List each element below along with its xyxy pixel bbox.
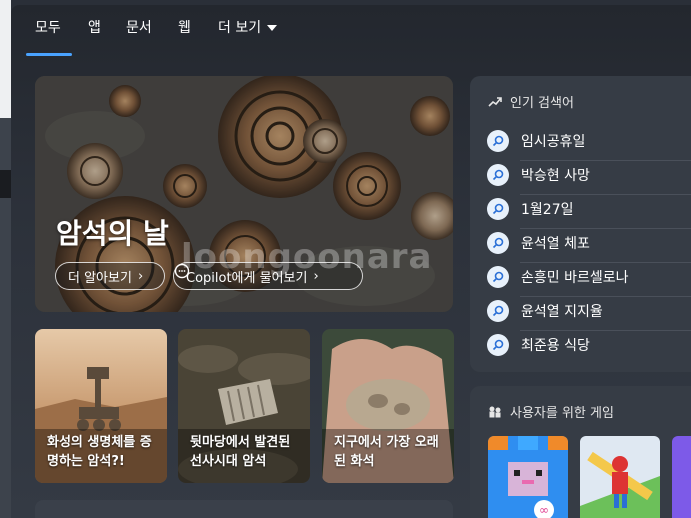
tab-documents[interactable]: 문서 (126, 17, 152, 37)
trending-item[interactable]: 윤석열 체포 (487, 226, 691, 260)
desktop-edge-light (0, 0, 11, 118)
hero-title: 암석의 날 (56, 217, 169, 250)
search-icon (487, 300, 509, 322)
trending-item[interactable]: 윤석열 지지율 (487, 294, 691, 328)
tab-more[interactable]: 더 보기 (218, 17, 278, 37)
trending-item-label: 윤석열 체포 (521, 236, 590, 252)
tab-more-label: 더 보기 (218, 20, 262, 36)
game-tile-third[interactable] (672, 436, 691, 518)
games-title: 사용자를 위한 게임 (510, 406, 614, 421)
card-mars-rock[interactable]: 화성의 생명체를 증명하는 암석?! (35, 329, 167, 483)
card-caption: 뒷마당에서 발견된 선사시대 암석 (190, 435, 291, 469)
trending-up-icon (488, 96, 502, 107)
search-icon (487, 232, 509, 254)
svg-text:∞: ∞ (539, 503, 549, 517)
game-pieces-icon (489, 406, 501, 417)
search-icon (487, 130, 509, 152)
game-tile-cat[interactable]: ∞ (488, 436, 568, 518)
trending-item-label: 박승현 사망 (521, 168, 590, 184)
trending-header: 인기 검색어 (488, 92, 574, 111)
chevron-down-icon (267, 25, 278, 31)
trending-item-label: 임시공휴일 (521, 134, 586, 150)
search-icon (487, 198, 509, 220)
trending-item[interactable]: 임시공휴일 (487, 124, 691, 158)
filter-tabs: 모두 앱 문서 웹 더 보기 (11, 5, 691, 57)
trending-item[interactable]: 1월27일 (487, 192, 691, 226)
runner-game-icon (580, 436, 660, 518)
trending-item[interactable]: 손흥민 바르셀로나 (487, 260, 691, 294)
tab-apps[interactable]: 앱 (88, 17, 101, 37)
games-panel: 사용자를 위한 게임 ∞ (470, 386, 691, 518)
trending-item-label: 윤석열 지지율 (521, 304, 603, 320)
tab-web[interactable]: 웹 (178, 17, 191, 37)
trending-item-label: 최준용 식당 (521, 338, 590, 354)
game-icon (672, 436, 691, 518)
active-tab-indicator (26, 53, 72, 56)
card-caption: 화성의 생명체를 증명하는 암석?! (47, 435, 152, 469)
card-backyard-rock[interactable]: 뒷마당에서 발견된 선사시대 암석 (178, 329, 310, 483)
learn-more-button[interactable]: 더 알아보기 › (55, 262, 165, 290)
tab-all[interactable]: 모두 (35, 17, 61, 37)
search-icon (487, 164, 509, 186)
trending-item[interactable]: 최준용 식당 (487, 328, 691, 362)
trending-item[interactable]: 박승현 사망 (487, 158, 691, 192)
game-tile-runner[interactable] (580, 436, 660, 518)
card-oldest-fossil[interactable]: 지구에서 가장 오래된 화석 (322, 329, 454, 483)
watermark-text: loongoonara (181, 237, 433, 277)
search-icon (487, 334, 509, 356)
desktop-edge (0, 0, 11, 518)
pixel-cat-game-icon: ∞ (488, 436, 568, 518)
games-header: 사용자를 위한 게임 (488, 402, 614, 421)
search-icon (487, 266, 509, 288)
trending-title: 인기 검색어 (510, 96, 574, 111)
next-section-placeholder (35, 500, 453, 518)
card-caption: 지구에서 가장 오래된 화석 (334, 435, 439, 469)
trending-item-label: 손흥민 바르셀로나 (521, 270, 629, 286)
desktop-edge-dark (0, 170, 11, 198)
trending-item-label: 1월27일 (521, 202, 574, 218)
trending-searches-panel: 인기 검색어 임시공휴일 박승현 사망 1월27일 윤석열 체포 손흥민 바르셀… (470, 76, 691, 372)
learn-more-label: 더 알아보기 (68, 270, 132, 286)
search-panel: 모두 앱 문서 웹 더 보기 암석의 날 더 알아보기 › Copilot에게 … (11, 5, 691, 518)
chevron-right-icon: › (137, 268, 144, 284)
